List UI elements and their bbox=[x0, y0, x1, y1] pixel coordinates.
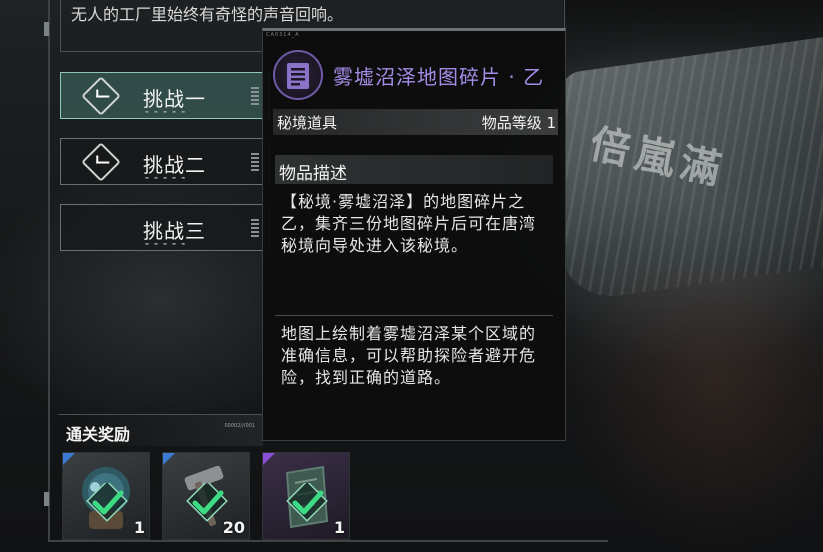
reward-quantity: 1 bbox=[333, 518, 345, 537]
reward-slot-map-fragment[interactable]: 1 bbox=[262, 452, 350, 540]
check-icon bbox=[81, 142, 121, 182]
item-description-1: 【秘境·雾墟沼泽】的地图碎片之乙，集齐三份地图碎片后可在唐湾秘境向导处进入该秘境… bbox=[281, 192, 537, 255]
reward-quantity: 1 bbox=[133, 518, 145, 537]
left-frame-line bbox=[48, 0, 50, 540]
bars-icon bbox=[251, 87, 259, 105]
challenge-label: 挑战二 bbox=[143, 153, 206, 177]
check-icon bbox=[86, 483, 128, 522]
item-tooltip: CA0314_A 雾墟沼泽地图碎片 · 乙 秘境道具 物品等级 1 物品描述 【… bbox=[262, 28, 566, 441]
rarity-corner bbox=[163, 453, 175, 465]
challenge-button-2[interactable]: 挑战二 ▬ ▬ ▬ ▬ ▬ bbox=[60, 138, 270, 185]
item-meta-bar: 秘境道具 物品等级 1 bbox=[273, 109, 558, 135]
challenge-label: 挑战一 bbox=[143, 87, 206, 111]
tooltip-tag: CA0314_A bbox=[266, 32, 300, 38]
check-icon bbox=[186, 483, 228, 522]
item-icon-frame bbox=[273, 50, 323, 100]
frame-tick bbox=[44, 22, 49, 36]
reward-quantity: 20 bbox=[222, 518, 245, 537]
frame-tick bbox=[44, 492, 49, 506]
rewards-title: 通关奖励 bbox=[66, 425, 131, 444]
challenge-button-3[interactable]: 挑战三 ▬ ▬ ▬ ▬ ▬ bbox=[60, 204, 270, 251]
challenge-sublabel: ▬ ▬ ▬ ▬ ▬ bbox=[145, 109, 187, 114]
item-title: 雾墟沼泽地图碎片 · 乙 bbox=[333, 65, 545, 89]
rarity-corner bbox=[63, 453, 75, 465]
background-ground bbox=[560, 270, 823, 552]
item-category: 秘境道具 bbox=[277, 114, 338, 132]
document-icon bbox=[287, 63, 309, 89]
bottom-frame-line bbox=[48, 540, 608, 542]
challenge-sublabel: ▬ ▬ ▬ ▬ ▬ bbox=[145, 175, 187, 180]
bars-icon bbox=[251, 153, 259, 171]
rewards-code: 00002///001 bbox=[224, 423, 255, 429]
item-level: 物品等级 1 bbox=[481, 114, 556, 132]
item-description-2: 地图上绘制着雾墟沼泽某个区域的准确信息，可以帮助探险者避开危险，找到正确的道路。 bbox=[281, 324, 537, 387]
divider bbox=[275, 315, 553, 316]
rewards-header: 通关奖励 00002///001 bbox=[58, 414, 263, 446]
rarity-corner bbox=[263, 453, 275, 465]
challenge-sublabel: ▬ ▬ ▬ ▬ ▬ bbox=[145, 241, 187, 246]
check-icon bbox=[81, 76, 121, 116]
quest-description-text: 无人的工厂里始终有奇怪的声音回响。 bbox=[71, 5, 344, 24]
bars-icon bbox=[251, 219, 259, 237]
description-section-header: 物品描述 bbox=[275, 155, 553, 184]
challenge-label: 挑战三 bbox=[143, 219, 206, 243]
description-section-title: 物品描述 bbox=[279, 164, 347, 184]
challenge-button-1[interactable]: 挑战一 ▬ ▬ ▬ ▬ ▬ bbox=[60, 72, 270, 119]
check-icon bbox=[286, 483, 328, 522]
reward-slot-helmet[interactable]: 1 bbox=[62, 452, 150, 540]
reward-slot-hammer[interactable]: 20 bbox=[162, 452, 250, 540]
